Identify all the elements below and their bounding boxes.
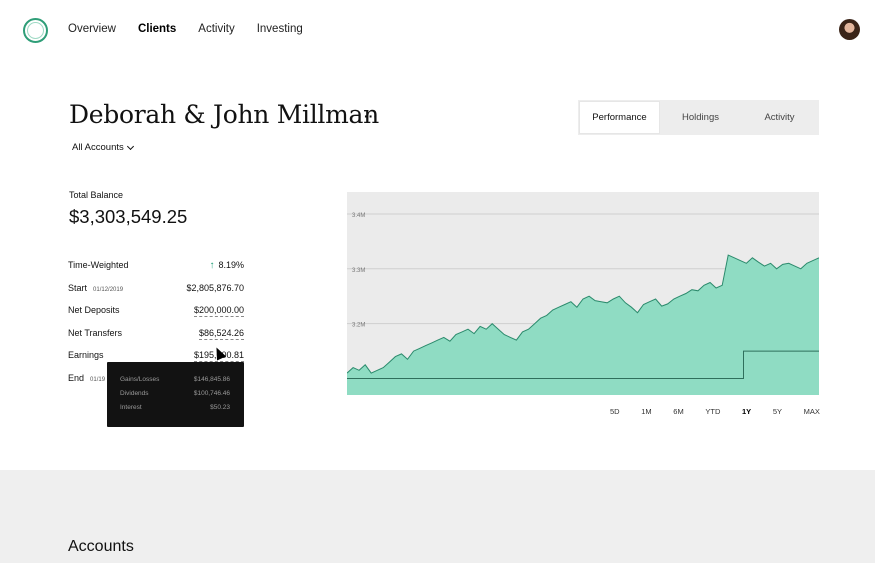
range-1m[interactable]: 1M (641, 407, 651, 416)
tooltip-row: Gains/Losses $146,845.86 (120, 376, 230, 383)
end-date: 01/19 (90, 376, 106, 383)
net-transfers-label: Net Transfers (68, 327, 123, 338)
start-label: Start (68, 282, 88, 293)
tooltip-dividends-value: $100,746.46 (193, 390, 230, 397)
more-options-icon[interactable]: ··· (364, 108, 378, 124)
client-name: Deborah & John Millman (69, 100, 379, 129)
start-value: $2,805,876.70 (186, 282, 244, 293)
net-deposits-row: Net Deposits $200,000.00 (68, 299, 244, 322)
tooltip-row: Dividends $100,746.46 (120, 390, 230, 397)
nav-overview[interactable]: Overview (68, 23, 116, 35)
time-weighted-row: Time-Weighted ↑ 8.19% (68, 254, 244, 277)
end-label: End (68, 372, 85, 383)
accounts-section: Accounts (0, 470, 875, 563)
time-weighted-label: Time-Weighted (68, 260, 129, 270)
net-deposits-label: Net Deposits (68, 305, 120, 315)
logo-icon[interactable] (23, 18, 48, 43)
top-nav: Overview Clients Activity Investing (68, 23, 325, 35)
performance-chart[interactable]: 3.4M3.3M3.2M3.1M (347, 192, 819, 395)
tooltip-interest-value: $50.23 (210, 404, 230, 411)
total-balance-label: Total Balance (69, 190, 124, 200)
time-weighted-value: ↑ 8.19% (209, 260, 244, 271)
tooltip-row: Interest $50.23 (120, 404, 230, 411)
range-ytd[interactable]: YTD (705, 407, 720, 416)
avatar[interactable] (839, 19, 860, 40)
nav-clients[interactable]: Clients (138, 23, 176, 35)
start-row: Start 01/12/2019 $2,805,876.70 (68, 277, 244, 300)
net-transfers-row: Net Transfers $86,524.26 (68, 322, 244, 345)
y-tick-label: 3.3M (352, 268, 365, 274)
range-5d[interactable]: 5D (610, 407, 620, 416)
nav-investing[interactable]: Investing (257, 23, 303, 35)
view-tabs: Performance Holdings Activity (578, 100, 819, 135)
chart-svg: 3.4M3.3M3.2M3.1M (347, 213, 819, 395)
tooltip-gains-label: Gains/Losses (120, 376, 160, 383)
time-range-selector: 5D 1M 6M YTD 1Y 5Y MAX (610, 407, 820, 416)
area-fill (347, 255, 819, 395)
time-weighted-percent: 8.19% (218, 260, 244, 270)
tooltip-interest-label: Interest (120, 404, 142, 411)
accounts-dropdown[interactable]: All Accounts (72, 142, 134, 153)
range-1y[interactable]: 1Y (742, 407, 751, 416)
net-deposits-value[interactable]: $200,000.00 (193, 305, 244, 317)
range-5y[interactable]: 5Y (773, 407, 782, 416)
tooltip-gains-value: $146,845.86 (193, 376, 230, 383)
earnings-label: Earnings (68, 350, 104, 360)
start-date: 01/12/2019 (93, 286, 124, 293)
range-6m[interactable]: 6M (673, 407, 683, 416)
total-balance-value: $3,303,549.25 (69, 206, 188, 227)
chevron-down-icon (126, 142, 134, 150)
net-transfers-value[interactable]: $86,524.26 (198, 328, 244, 340)
y-tick-label: 3.4M (352, 213, 365, 219)
accounts-dropdown-label: All Accounts (72, 142, 124, 153)
tab-activity[interactable]: Activity (740, 100, 819, 135)
tooltip-dividends-label: Dividends (120, 390, 149, 397)
range-max[interactable]: MAX (804, 407, 820, 416)
tab-performance[interactable]: Performance (580, 102, 659, 133)
y-tick-label: 3.2M (352, 323, 365, 329)
nav-activity[interactable]: Activity (198, 23, 234, 35)
arrow-up-icon: ↑ (209, 260, 215, 271)
earnings-tooltip: Gains/Losses $146,845.86 Dividends $100,… (107, 362, 244, 427)
accounts-title: Accounts (68, 538, 134, 555)
tab-holdings[interactable]: Holdings (661, 100, 740, 135)
